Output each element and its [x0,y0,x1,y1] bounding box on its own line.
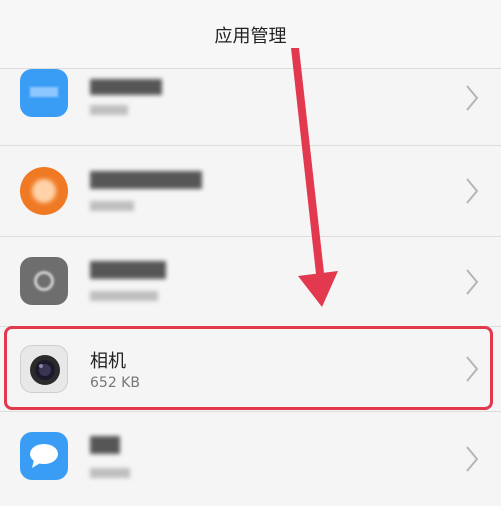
chat-bubble-icon [20,432,68,480]
app-name-redacted [90,171,202,189]
list-item[interactable] [0,146,501,236]
blurred-gray-app-icon [20,257,68,305]
camera-highlight-box [4,326,493,410]
list-item[interactable] [0,412,501,506]
blurred-orange-app-icon [20,167,68,215]
app-name-redacted [90,79,162,95]
chevron-right-icon [466,178,479,204]
app-size-redacted [90,291,158,301]
app-size-redacted [90,468,130,478]
app-name-redacted [90,436,120,454]
list-item[interactable] [0,69,501,145]
chevron-right-icon [466,269,479,295]
app-list[interactable]: 相机 652 KB [0,69,501,506]
header: 应用管理 [0,0,501,69]
app-name-redacted [90,261,166,279]
chevron-right-icon [466,85,479,111]
app-size-redacted [90,105,128,115]
app-size-redacted [90,201,134,211]
list-item[interactable] [0,237,501,326]
page-title: 应用管理 [214,26,287,47]
chevron-right-icon [466,446,479,472]
blurred-blue-app-icon [20,69,68,117]
